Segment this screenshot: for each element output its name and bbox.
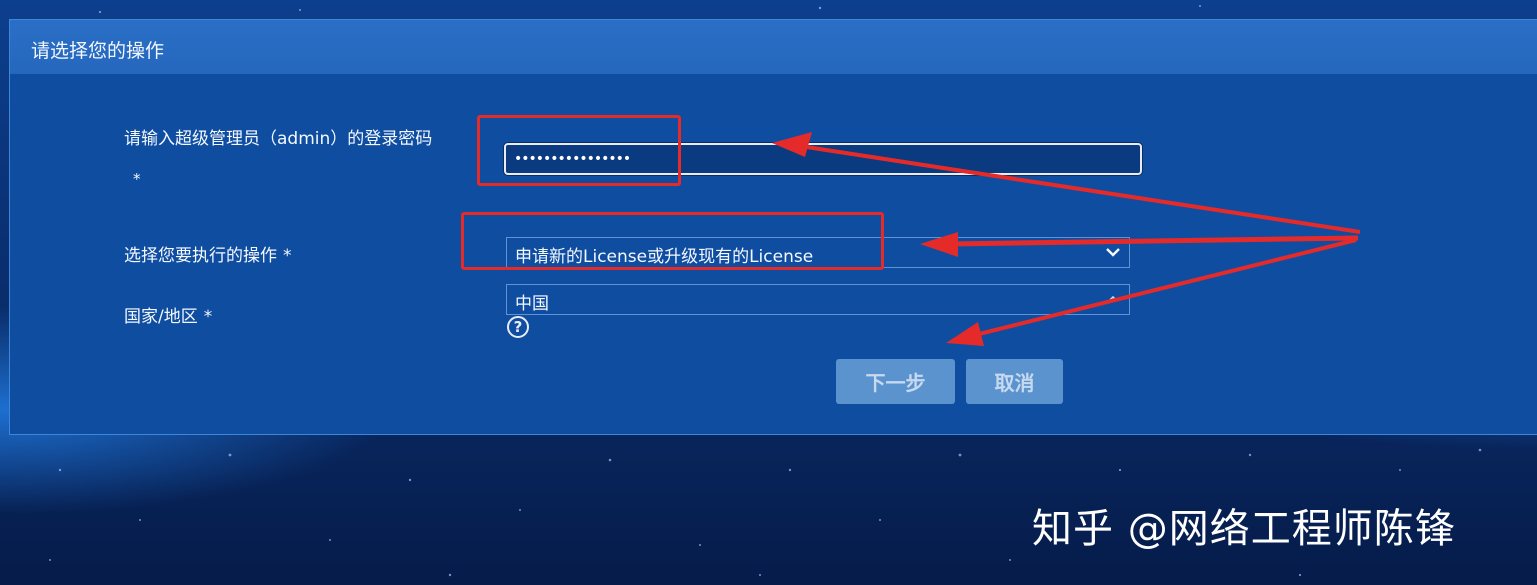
annotation-box-operation xyxy=(461,212,884,270)
region-label: 国家/地区 * xyxy=(124,302,212,327)
chevron-down-icon xyxy=(1105,241,1121,268)
region-required-mark: * xyxy=(203,307,213,327)
chevron-up-icon xyxy=(1105,288,1121,315)
region-select[interactable]: 中国 xyxy=(506,284,1130,315)
region-select-value: 中国 xyxy=(515,294,549,314)
next-button[interactable]: 下一步 xyxy=(836,359,955,404)
password-required-mark: * xyxy=(133,170,141,188)
cancel-button[interactable]: 取消 xyxy=(966,359,1063,404)
dialog-title: 请选择您的操作 xyxy=(31,40,165,62)
question-circle-icon[interactable]: ? xyxy=(507,316,529,338)
region-label-text: 国家/地区 xyxy=(124,307,198,327)
operation-label-text: 选择您要执行的操作 xyxy=(124,246,277,266)
annotation-box-password xyxy=(477,115,681,186)
password-label: 请输入超级管理员（admin）的登录密码 xyxy=(124,129,433,149)
dialog-header: 请选择您的操作 xyxy=(10,20,1537,74)
operation-required-mark: * xyxy=(283,246,292,266)
operation-label: 选择您要执行的操作 * xyxy=(124,241,292,266)
zhihu-watermark: 知乎 @网络工程师陈锋 xyxy=(1032,506,1456,552)
